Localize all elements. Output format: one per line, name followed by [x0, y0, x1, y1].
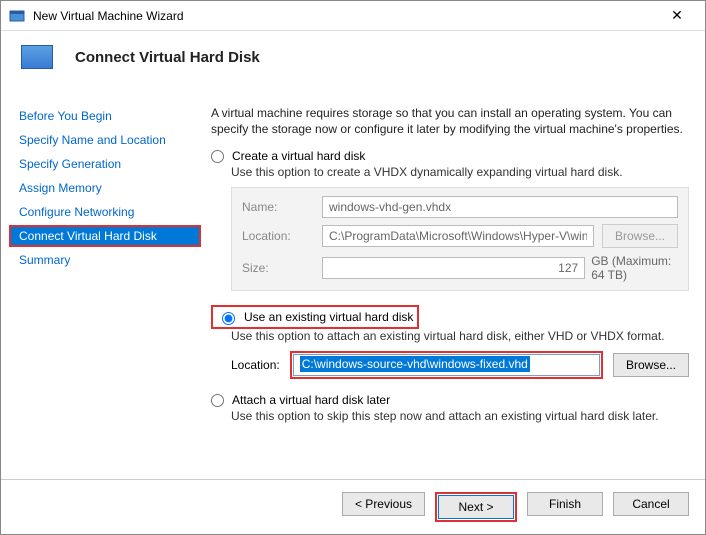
titlebar: New Virtual Machine Wizard ✕	[1, 1, 705, 31]
next-button-highlight: Next >	[435, 492, 517, 522]
radio-create-vhd[interactable]	[211, 150, 224, 163]
create-size-label: Size:	[242, 261, 314, 275]
window-title: New Virtual Machine Wizard	[33, 9, 657, 23]
create-browse-button: Browse...	[602, 224, 678, 248]
finish-button[interactable]: Finish	[527, 492, 603, 516]
option-later: Attach a virtual hard disk later Use thi…	[211, 393, 689, 431]
create-fields: Name: Location: Browse... Size: GB (Maxi…	[231, 187, 689, 291]
option-create: Create a virtual hard disk Use this opti…	[211, 149, 689, 291]
wizard-icon	[9, 8, 25, 24]
intro-text: A virtual machine requires storage so th…	[211, 105, 689, 137]
existing-desc: Use this option to attach an existing vi…	[231, 329, 689, 343]
header: Connect Virtual Hard Disk	[1, 31, 705, 89]
existing-location-row: Location: C:\windows-source-vhd\windows-…	[231, 351, 689, 379]
existing-location-input[interactable]: C:\windows-source-vhd\windows-fixed.vhd	[293, 354, 600, 376]
header-icon	[21, 45, 53, 69]
page-title: Connect Virtual Hard Disk	[75, 49, 260, 66]
body: Before You Begin Specify Name and Locati…	[1, 89, 705, 479]
sidebar: Before You Begin Specify Name and Locati…	[1, 89, 199, 479]
radio-create-label: Create a virtual hard disk	[232, 149, 365, 163]
create-desc: Use this option to create a VHDX dynamic…	[231, 165, 689, 179]
create-size-unit: GB (Maximum: 64 TB)	[591, 254, 678, 282]
previous-button[interactable]: < Previous	[342, 492, 425, 516]
create-name-input	[322, 196, 678, 218]
existing-location-label: Location:	[231, 358, 280, 372]
create-size-input	[322, 257, 585, 279]
cancel-button[interactable]: Cancel	[613, 492, 689, 516]
existing-browse-button[interactable]: Browse...	[613, 353, 689, 377]
create-location-label: Location:	[242, 229, 314, 243]
sidebar-item-specify-name[interactable]: Specify Name and Location	[13, 129, 199, 151]
sidebar-item-specify-generation[interactable]: Specify Generation	[13, 153, 199, 175]
create-name-label: Name:	[242, 200, 314, 214]
main-panel: A virtual machine requires storage so th…	[199, 89, 705, 479]
option-existing: Use an existing virtual hard disk Use th…	[211, 305, 689, 379]
radio-later-label: Attach a virtual hard disk later	[232, 393, 390, 407]
sidebar-item-connect-vhd[interactable]: Connect Virtual Hard Disk	[9, 225, 201, 247]
radio-existing-label: Use an existing virtual hard disk	[244, 310, 413, 324]
sidebar-item-summary[interactable]: Summary	[13, 249, 199, 271]
sidebar-item-assign-memory[interactable]: Assign Memory	[13, 177, 199, 199]
next-button[interactable]: Next >	[438, 495, 514, 519]
sidebar-item-configure-networking[interactable]: Configure Networking	[13, 201, 199, 223]
wizard-window: New Virtual Machine Wizard ✕ Connect Vir…	[0, 0, 706, 535]
radio-existing-highlight: Use an existing virtual hard disk	[211, 305, 419, 329]
close-button[interactable]: ✕	[657, 7, 697, 24]
footer: < Previous Next > Finish Cancel	[1, 479, 705, 534]
create-location-input	[322, 225, 594, 247]
radio-later-vhd[interactable]	[211, 394, 224, 407]
sidebar-item-before-you-begin[interactable]: Before You Begin	[13, 105, 199, 127]
radio-existing-vhd[interactable]	[222, 312, 235, 325]
later-desc: Use this option to skip this step now an…	[231, 409, 689, 423]
